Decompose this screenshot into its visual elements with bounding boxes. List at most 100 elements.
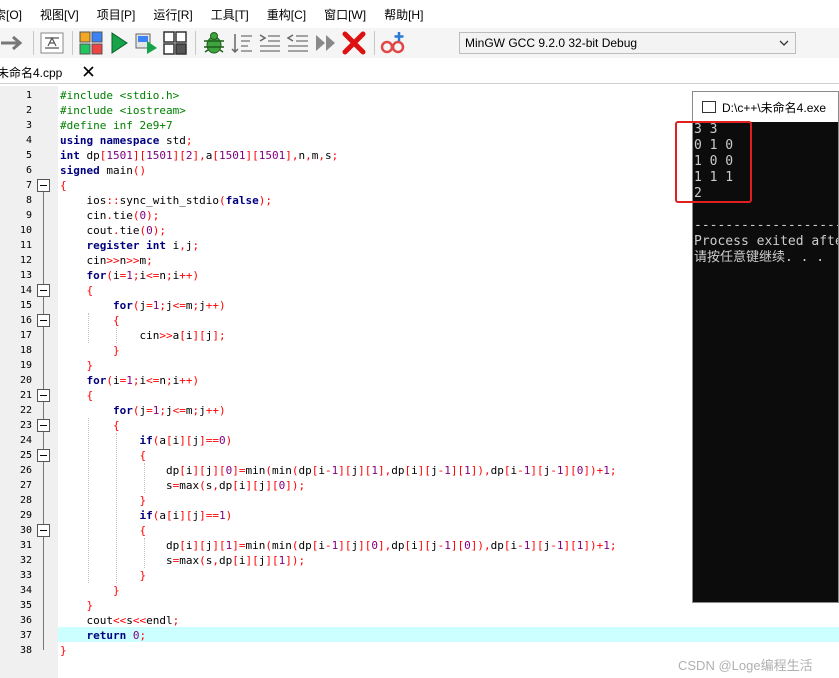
- code-line[interactable]: }: [60, 358, 94, 373]
- fold-toggle-icon[interactable]: [37, 419, 50, 432]
- fold-toggle-icon[interactable]: [37, 389, 50, 402]
- line-number: 31: [19, 540, 32, 551]
- code-line[interactable]: cout.tie(0);: [60, 223, 166, 238]
- indent-icon[interactable]: [257, 30, 283, 56]
- code-line[interactable]: {: [60, 418, 120, 433]
- code-line[interactable]: cin.tie(0);: [60, 208, 159, 223]
- line-number: 2: [25, 105, 32, 116]
- next-icon[interactable]: [313, 30, 339, 56]
- fold-toggle-icon[interactable]: [37, 449, 50, 462]
- compile-run-icon[interactable]: [134, 30, 160, 56]
- code-line[interactable]: }: [60, 643, 67, 658]
- line-number: 25: [19, 450, 32, 461]
- fold-line: [43, 327, 44, 350]
- grid-icon[interactable]: [78, 30, 104, 56]
- code-line[interactable]: {: [60, 178, 67, 193]
- menu-window[interactable]: 窗口[W]: [315, 6, 375, 23]
- menu-help[interactable]: 帮助[H]: [375, 6, 432, 23]
- code-line[interactable]: signed main(): [60, 163, 146, 178]
- line-number: 26: [19, 465, 32, 476]
- menu-project[interactable]: 项目[P]: [88, 6, 145, 23]
- sort-icon[interactable]: [229, 30, 255, 56]
- add-watch-icon[interactable]: [380, 30, 406, 56]
- layout-icon[interactable]: [162, 30, 188, 56]
- code-line[interactable]: #include <iostream>: [60, 103, 186, 118]
- compiler-select-value: MinGW GCC 9.2.0 32-bit Debug: [465, 36, 638, 50]
- code-line[interactable]: {: [60, 388, 94, 403]
- code-line[interactable]: register int i,j;: [60, 238, 200, 253]
- chevron-down-icon: [779, 40, 789, 46]
- code-line[interactable]: cin>>n>>m;: [60, 253, 152, 268]
- toolbar-separator: [374, 31, 375, 55]
- code-line[interactable]: #include <stdio.h>: [60, 88, 179, 103]
- fold-toggle-icon[interactable]: [37, 284, 50, 297]
- text-format-icon[interactable]: [39, 30, 65, 56]
- console-line: Process exited after: [694, 234, 839, 249]
- line-number: 15: [19, 300, 32, 311]
- code-line[interactable]: {: [60, 523, 146, 538]
- code-line[interactable]: return 0;: [60, 628, 147, 643]
- code-line[interactable]: cin>>a[i][j];: [60, 328, 225, 343]
- run-icon[interactable]: [106, 30, 132, 56]
- code-line[interactable]: if(a[i][j]==0): [60, 433, 232, 448]
- line-number: 32: [19, 555, 32, 566]
- menu-run[interactable]: 运行[R]: [144, 6, 201, 23]
- fold-toggle-icon[interactable]: [37, 179, 50, 192]
- line-number: 4: [25, 135, 32, 146]
- line-number: 35: [19, 600, 32, 611]
- code-line[interactable]: #define inf 2e9+7: [60, 118, 173, 133]
- line-number: 23: [19, 420, 32, 431]
- code-line[interactable]: for(i=1;i<=n;i++): [60, 373, 200, 388]
- compiler-select[interactable]: MinGW GCC 9.2.0 32-bit Debug: [459, 32, 796, 54]
- code-line[interactable]: s=max(s,dp[i][j][0]);: [60, 478, 305, 493]
- indent-guide: [88, 313, 89, 343]
- line-number: 34: [19, 585, 32, 596]
- indent-guide: [116, 433, 117, 583]
- menu-tools[interactable]: 工具[T]: [202, 6, 258, 23]
- code-line[interactable]: ios::sync_with_stdio(false);: [60, 193, 271, 208]
- fold-toggle-icon[interactable]: [37, 314, 50, 327]
- menu-view[interactable]: 视图[V]: [31, 6, 88, 23]
- code-line[interactable]: if(a[i][j]==1): [60, 508, 232, 523]
- line-number: 38: [19, 645, 32, 656]
- unindent-icon[interactable]: [285, 30, 311, 56]
- code-line[interactable]: }: [60, 583, 120, 598]
- line-number: 1: [25, 90, 32, 101]
- toolbar-separator: [33, 31, 34, 55]
- menu-bar: 索[O] 视图[V] 项目[P] 运行[R] 工具[T] 重构[C] 窗口[W]…: [0, 0, 839, 28]
- code-line[interactable]: for(j=1;j<=m;j++): [60, 403, 226, 418]
- code-line[interactable]: using namespace std;: [60, 133, 192, 148]
- code-line[interactable]: cout<<s<<endl;: [60, 613, 179, 628]
- code-line[interactable]: }: [60, 493, 146, 508]
- line-number: 36: [19, 615, 32, 626]
- code-line[interactable]: }: [60, 568, 146, 583]
- code-line[interactable]: {: [60, 313, 120, 328]
- close-icon[interactable]: [82, 65, 95, 78]
- console-title: D:\c++\未命名4.exe: [722, 100, 827, 115]
- fold-line: [43, 537, 44, 575]
- menu-search[interactable]: 索[O]: [0, 6, 31, 23]
- code-line[interactable]: s=max(s,dp[i][j][1]);: [60, 553, 305, 568]
- fold-toggle-icon[interactable]: [37, 524, 50, 537]
- debug-bug-icon[interactable]: [201, 30, 227, 56]
- line-number: 17: [19, 330, 32, 341]
- line-number: 9: [25, 210, 32, 221]
- code-line[interactable]: {: [60, 283, 94, 298]
- line-number: 6: [25, 165, 32, 176]
- code-line[interactable]: }: [60, 598, 94, 613]
- code-line[interactable]: for(i=1;i<=n;i++): [60, 268, 200, 283]
- code-line[interactable]: }: [60, 343, 120, 358]
- redo-icon[interactable]: [0, 30, 26, 56]
- fold-line: [43, 462, 44, 500]
- code-line[interactable]: for(j=1;j<=m;j++): [60, 298, 226, 313]
- code-line[interactable]: int dp[1501][1501][2],a[1501][1501],n,m,…: [60, 148, 338, 163]
- console-title-bar[interactable]: D:\c++\未命名4.exe: [693, 92, 838, 122]
- line-number: 21: [19, 390, 32, 401]
- stop-icon[interactable]: [341, 30, 367, 56]
- menu-refactor[interactable]: 重构[C]: [258, 6, 315, 23]
- code-line[interactable]: {: [60, 448, 146, 463]
- toolbar-separator: [72, 31, 73, 55]
- toolbar-separator: [195, 31, 196, 55]
- console-app-icon: [702, 101, 716, 113]
